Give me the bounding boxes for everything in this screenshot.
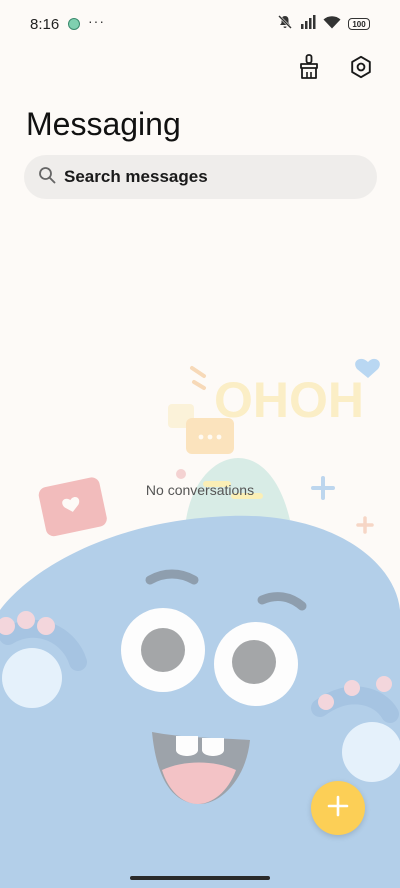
new-conversation-button[interactable]	[311, 781, 365, 835]
illustration-ohoh: OHOH	[214, 372, 364, 428]
wifi-icon	[323, 15, 341, 34]
battery-icon: 100	[348, 18, 370, 30]
status-overflow: ···	[88, 13, 105, 29]
status-bar: 8:16 ··· 100	[0, 0, 400, 50]
plus-icon	[327, 795, 349, 822]
clean-brush-icon	[298, 53, 320, 85]
page-title: Messaging	[26, 106, 181, 142]
app-notification-icon	[68, 18, 80, 30]
clean-button[interactable]	[294, 52, 324, 86]
settings-hexagon-icon	[349, 55, 373, 84]
signal-icon	[300, 14, 316, 34]
settings-button[interactable]	[346, 52, 376, 86]
header-actions	[294, 52, 376, 86]
search-bar[interactable]: Search messages	[24, 155, 377, 199]
status-time: 8:16	[30, 16, 60, 33]
status-icons: 100	[277, 14, 370, 34]
search-icon	[38, 166, 56, 189]
mute-icon	[277, 14, 293, 35]
empty-state-text: No conversations	[145, 482, 255, 498]
home-indicator[interactable]	[130, 876, 270, 880]
search-input[interactable]: Search messages	[64, 167, 208, 187]
